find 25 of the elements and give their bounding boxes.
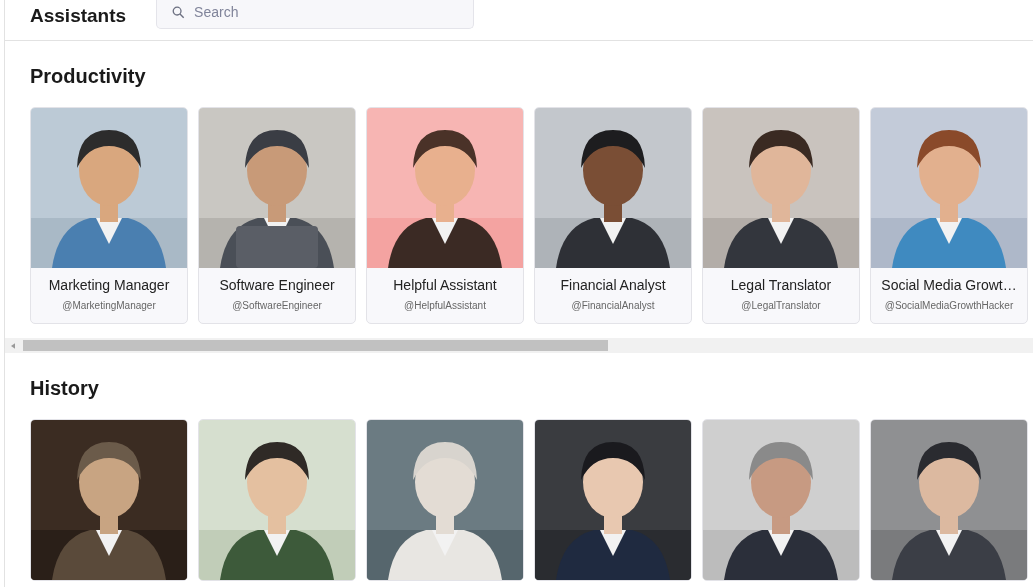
assistant-card[interactable]: Legal Translator @LegalTranslator: [702, 107, 860, 324]
assistant-card[interactable]: Software Engineer @SoftwareEngineer: [198, 107, 356, 324]
assistant-handle: @MarketingManager: [62, 300, 156, 311]
assistant-handle: @SocialMediaGrowthHacker: [884, 300, 1014, 311]
assistant-handle: @HelpfulAssistant: [404, 300, 486, 311]
assistant-card[interactable]: Social Media Growt… @SocialMediaGrowthHacker: [870, 107, 1028, 324]
assistant-handle: @FinancialAnalyst: [571, 300, 655, 311]
assistant-card[interactable]: Marketing Manager @MarketingManager: [30, 107, 188, 324]
assistant-card[interactable]: Financial Analyst @FinancialAnalyst: [534, 107, 692, 324]
section-title: History: [30, 376, 100, 401]
assistant-name: Social Media Growt…: [881, 277, 1017, 293]
search-field[interactable]: Search: [156, 0, 475, 29]
assistant-name: Helpful Assistant: [393, 277, 497, 293]
assistant-handle: @LegalTranslator: [741, 300, 821, 311]
assistant-card[interactable]: Helpful Assistant @HelpfulAssistant: [366, 107, 524, 324]
assistant-name: Financial Analyst: [560, 277, 666, 293]
section-title: Productivity: [30, 64, 147, 89]
scroll-left-icon: [11, 342, 15, 349]
assistant-name: Software Engineer: [219, 277, 335, 293]
assistant-name: Legal Translator: [730, 277, 832, 293]
page-title: Assistants: [30, 5, 127, 27]
assistant-name: Marketing Manager: [48, 277, 170, 293]
assistant-handle: @SoftwareEngineer: [232, 300, 322, 311]
scrollbar-thumb[interactable]: [23, 340, 608, 351]
horizontal-scrollbar[interactable]: [5, 338, 1033, 353]
